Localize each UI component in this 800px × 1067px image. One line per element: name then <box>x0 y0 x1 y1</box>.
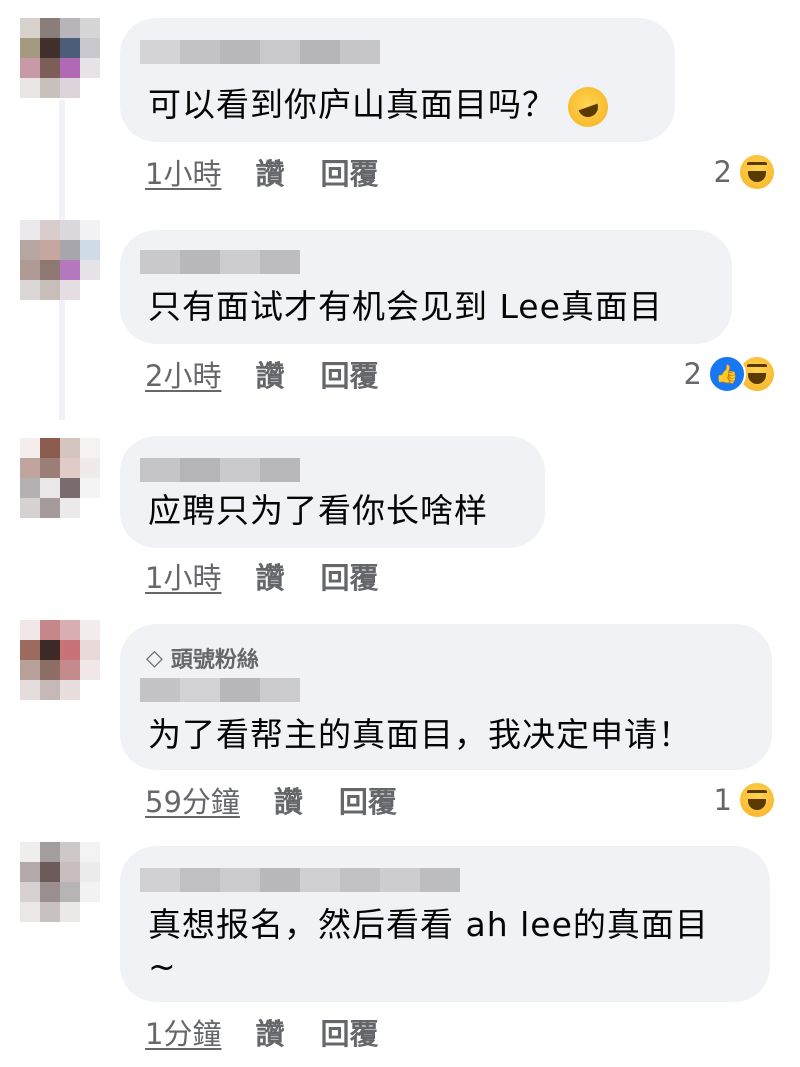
comment-actions: 1小時 讚 回覆 <box>145 152 414 192</box>
comment-actions: 59分鐘 讚 回覆 <box>145 780 433 820</box>
badge-label: 頭號粉絲 <box>170 648 259 673</box>
comment-bubble: 真想报名，然后看看 ah lee的真面目 ~ <box>120 846 770 1002</box>
comment-bubble: 只有面试才有机会见到 Lee真面目 <box>120 230 732 344</box>
reaction-count: 2 <box>683 357 702 391</box>
reaction-count: 2 <box>713 155 732 189</box>
avatar[interactable] <box>20 842 100 922</box>
reply-button[interactable]: 回覆 <box>320 353 378 395</box>
author-name-blurred[interactable] <box>140 868 460 892</box>
reaction-count: 1 <box>713 783 732 817</box>
author-name-blurred[interactable] <box>140 250 300 274</box>
rofl-emoji-icon <box>561 80 614 133</box>
comment-text: 应聘只为了看你长啥样 <box>148 491 488 530</box>
reply-button[interactable]: 回覆 <box>320 151 378 193</box>
timestamp-link[interactable]: 1小時 <box>145 555 221 597</box>
like-button[interactable]: 讚 <box>255 1011 284 1053</box>
avatar[interactable] <box>20 220 100 300</box>
author-name-blurred[interactable] <box>140 40 380 64</box>
comment-actions: 1小時 讚 回覆 <box>145 556 414 596</box>
like-button[interactable]: 讚 <box>255 151 284 193</box>
author-name-blurred[interactable] <box>140 458 300 482</box>
comment-bubble: 可以看到你庐山真面目吗？ <box>120 18 675 142</box>
timestamp-link[interactable]: 2小時 <box>145 353 221 395</box>
like-button[interactable]: 讚 <box>255 353 284 395</box>
author-name-blurred[interactable] <box>140 678 300 702</box>
comment-text-line-2: ~ <box>148 947 177 986</box>
avatar[interactable] <box>20 18 100 98</box>
diamond-icon: ◇ <box>146 645 163 671</box>
avatar[interactable] <box>20 620 100 700</box>
comment-text: 为了看帮主的真面目，我决定申请！ <box>148 715 692 754</box>
comment-actions: 2小時 讚 回覆 <box>145 354 414 394</box>
comment-text: 只有面试才有机会见到 Lee真面目 <box>148 287 663 326</box>
comment-text-line-1: 真想报名，然后看看 ah lee的真面目 <box>148 905 709 944</box>
comment-actions: 1分鐘 讚 回覆 <box>145 1012 414 1052</box>
haha-reaction-icon <box>738 781 776 819</box>
avatar[interactable] <box>20 438 100 518</box>
reactions[interactable]: 2 <box>714 152 776 192</box>
timestamp-link[interactable]: 1分鐘 <box>145 1011 221 1053</box>
like-reaction-icon: 👍 <box>708 355 746 393</box>
reply-button[interactable]: 回覆 <box>339 779 397 821</box>
reply-button[interactable]: 回覆 <box>320 1011 378 1053</box>
comment-text: 可以看到你庐山真面目吗？ <box>148 80 614 133</box>
comment-bubble: 应聘只为了看你长啥样 <box>120 436 545 548</box>
reactions[interactable]: 2 👍 <box>684 354 776 394</box>
thread-line <box>59 300 65 420</box>
like-button[interactable]: 讚 <box>255 555 284 597</box>
comment-1: 可以看到你庐山真面目吗？ 1小時 讚 回覆 2 <box>0 0 800 210</box>
reactions[interactable]: 1 <box>714 780 776 820</box>
haha-reaction-icon <box>738 153 776 191</box>
timestamp-link[interactable]: 1小時 <box>145 151 221 193</box>
like-button[interactable]: 讚 <box>274 779 303 821</box>
top-fan-badge[interactable]: ◇ 頭號粉絲 <box>146 642 259 674</box>
timestamp-link[interactable]: 59分鐘 <box>145 779 240 821</box>
reply-button[interactable]: 回覆 <box>320 555 378 597</box>
comment-bubble: ◇ 頭號粉絲 为了看帮主的真面目，我决定申请！ <box>120 624 772 770</box>
